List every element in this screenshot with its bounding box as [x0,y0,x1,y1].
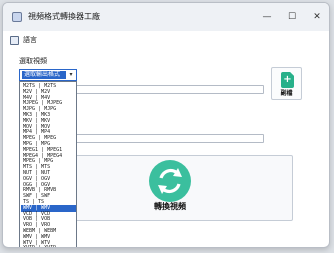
chevron-down-icon[interactable]: ▾ [67,71,75,79]
format-option[interactable]: XVID | XVID [21,245,76,247]
title-bar: 視頻格式轉換器工廠 — ☐ ✕ [3,3,329,31]
add-file-icon [281,72,294,88]
convert-video-label[interactable]: 轉換視頻 [133,202,207,212]
add-file-button[interactable]: 副檔 [271,67,302,100]
format-select-value: 選取輸出格式 [22,71,66,79]
format-select[interactable]: 選取輸出格式 ▾ [19,69,77,81]
menu-bar: 語言 [3,31,329,49]
select-video-label: 選取視頻 [19,57,47,65]
format-dropdown-list[interactable]: M2TS | M2TS M2V | M2V M4V | M4V MJPEG | MJP… [19,81,77,247]
output-path-field[interactable] [75,134,264,143]
app-icon [12,12,22,22]
minimize-button[interactable]: — [262,12,272,22]
language-icon[interactable] [10,36,19,45]
menu-item-language[interactable]: 語言 [23,35,37,45]
video-path-field[interactable] [75,85,264,94]
maximize-button[interactable]: ☐ [287,12,297,22]
refresh-icon[interactable] [149,160,191,202]
add-file-label: 副檔 [280,90,293,97]
window-title: 視頻格式轉換器工廠 [28,12,100,21]
app-window: 視頻格式轉換器工廠 — ☐ ✕ 語言 選取視頻 副檔 轉換視頻 選取輸出格式 ▾… [2,2,330,248]
close-button[interactable]: ✕ [312,12,322,22]
